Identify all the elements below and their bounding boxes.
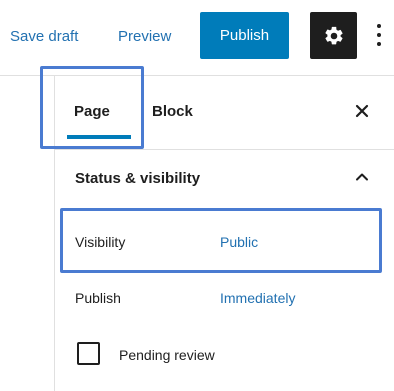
- pending-review-checkbox[interactable]: [77, 342, 100, 365]
- pending-review-label[interactable]: Pending review: [119, 347, 215, 364]
- save-draft-button[interactable]: Save draft: [10, 28, 78, 46]
- close-icon: [355, 104, 369, 118]
- visibility-label: Visibility: [75, 234, 126, 250]
- editor-screen: Save draft Preview Publish Page Block St…: [0, 0, 394, 391]
- editor-toolbar: Save draft Preview Publish: [0, 0, 394, 76]
- settings-sidebar: Page Block Status & visibility Visibilit…: [54, 76, 394, 391]
- more-options-button[interactable]: [372, 24, 386, 46]
- publish-button[interactable]: Publish: [200, 12, 289, 59]
- gear-icon: [324, 26, 343, 44]
- active-tab-indicator: [67, 135, 131, 139]
- tab-page[interactable]: Page: [74, 103, 110, 121]
- more-vertical-icon-dot: [377, 42, 381, 46]
- more-vertical-icon-dot: [377, 33, 381, 37]
- publish-date-link[interactable]: Immediately: [220, 290, 295, 307]
- preview-button[interactable]: Preview: [118, 28, 171, 46]
- sidebar-tabs: Page Block: [55, 76, 394, 150]
- publish-label: Publish: [75, 290, 121, 306]
- settings-button[interactable]: [310, 12, 357, 59]
- panel-title: Status & visibility: [75, 170, 201, 187]
- tab-block[interactable]: Block: [152, 103, 193, 121]
- close-sidebar-button[interactable]: [351, 100, 373, 122]
- status-visibility-panel-toggle[interactable]: Status & visibility: [55, 150, 394, 206]
- visibility-value-link[interactable]: Public: [220, 234, 258, 251]
- more-vertical-icon-dot: [377, 24, 381, 28]
- chevron-up-icon: [356, 173, 368, 181]
